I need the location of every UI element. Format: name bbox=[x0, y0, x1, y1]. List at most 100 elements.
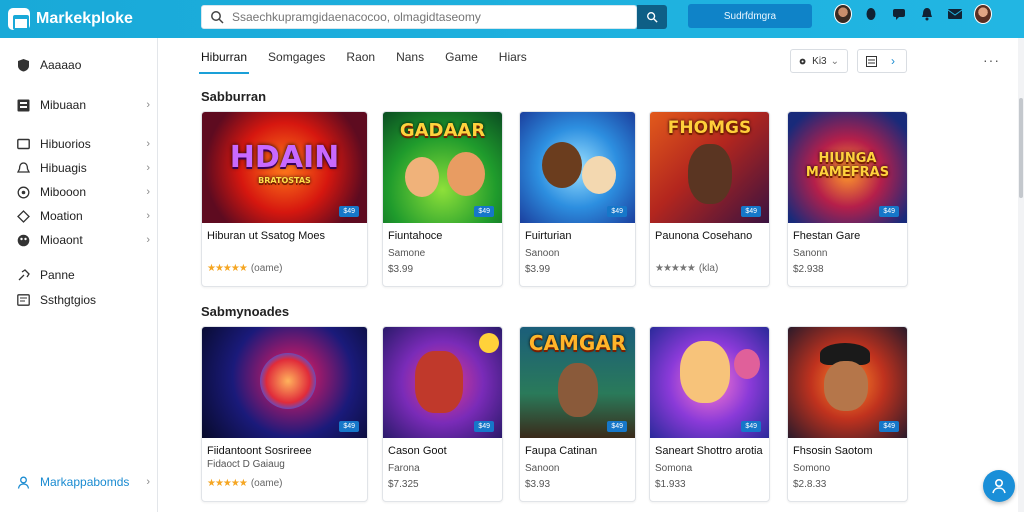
product-card[interactable]: $49 Fhsosin Saotom Somono $2.8.33 bbox=[787, 326, 908, 502]
tab-0[interactable]: Hiburran bbox=[198, 50, 250, 74]
product-card[interactable]: HIUNGA MAMEFRAS $49 Fhestan Gare Sanonn … bbox=[787, 111, 908, 287]
product-price: $2.8.33 bbox=[793, 479, 827, 490]
rating-count: (kla) bbox=[698, 263, 719, 274]
product-name: Fiuntahoce bbox=[388, 230, 443, 242]
character-figure bbox=[824, 361, 868, 411]
shop-icon bbox=[8, 8, 30, 30]
profile-avatar[interactable] bbox=[974, 4, 992, 24]
product-card[interactable]: $49 Fuirturian Sanoon $3.99 bbox=[519, 111, 636, 287]
character-figure bbox=[680, 341, 730, 403]
product-thumbnail[interactable]: $49 bbox=[520, 112, 635, 223]
search-input[interactable] bbox=[232, 10, 636, 24]
product-card[interactable]: FHOMGS $49 Paunona Cosehano ★★★★★ (kla) bbox=[649, 111, 770, 287]
character-figure bbox=[582, 156, 616, 194]
mail-icon[interactable] bbox=[946, 5, 964, 23]
product-name: Paunona Cosehano bbox=[655, 230, 753, 242]
sidebar-item-3[interactable]: Hibuagis › bbox=[0, 157, 158, 179]
user-avatar[interactable] bbox=[834, 4, 852, 24]
sidebar-item-6[interactable]: Mioaont › bbox=[0, 229, 158, 251]
product-thumbnail[interactable]: $49 bbox=[202, 327, 367, 438]
support-button[interactable] bbox=[983, 470, 1015, 502]
product-thumbnail[interactable]: HDAIN BRATOSTAS $49 bbox=[202, 112, 367, 223]
product-price: $3.99 bbox=[525, 264, 551, 275]
app-logo[interactable]: Markekploke bbox=[8, 8, 198, 30]
search-button[interactable] bbox=[637, 5, 667, 29]
chevron-right-icon: › bbox=[146, 476, 150, 488]
folder-icon bbox=[16, 137, 30, 151]
sidebar-item-1[interactable]: Mibuaan › bbox=[0, 94, 158, 116]
product-rating: ★★★★★ (oame) bbox=[207, 263, 283, 274]
scrollbar-thumb[interactable] bbox=[1019, 98, 1023, 198]
user-icon bbox=[992, 478, 1006, 494]
product-category: Fidaoct D Gaiaug bbox=[207, 459, 285, 470]
sidebar-item-4[interactable]: Mibooon › bbox=[0, 181, 158, 203]
avatar bbox=[834, 4, 852, 24]
price-badge: $49 bbox=[879, 206, 899, 217]
product-price: $3.93 bbox=[525, 479, 551, 490]
filter-button[interactable]: Ki3 ⌄ bbox=[790, 49, 848, 73]
product-category: Sanoon bbox=[525, 463, 560, 474]
avatar bbox=[974, 4, 992, 24]
product-thumbnail[interactable]: HIUNGA MAMEFRAS $49 bbox=[788, 112, 907, 223]
section-title-2: Sabmynoades bbox=[201, 304, 290, 319]
price-badge: $49 bbox=[339, 206, 359, 217]
chevron-down-icon: ⌄ bbox=[830, 55, 839, 67]
user-icon bbox=[16, 475, 30, 489]
product-category: Somona bbox=[655, 463, 693, 474]
chevron-right-icon: › bbox=[146, 138, 150, 150]
product-thumbnail[interactable]: FHOMGS $49 bbox=[650, 112, 769, 223]
product-price: $2.938 bbox=[793, 264, 824, 275]
rating-stars: ★★★★★ bbox=[207, 478, 248, 489]
product-rating: ★★★★★ (kla) bbox=[655, 263, 718, 274]
page-scrollbar[interactable] bbox=[1018, 38, 1024, 512]
list-view-icon bbox=[866, 55, 877, 67]
product-card[interactable]: HDAIN BRATOSTAS $49 Hiburan ut Ssatog Mo… bbox=[201, 111, 368, 287]
product-name: Hiburan ut Ssatog Moes bbox=[207, 230, 326, 242]
product-thumbnail[interactable]: $49 bbox=[650, 327, 769, 438]
sidebar-item-0[interactable]: Aaaaao bbox=[0, 54, 158, 76]
tab-3[interactable]: Nans bbox=[396, 50, 424, 72]
product-name: Fuirturian bbox=[525, 230, 572, 242]
price-badge: $49 bbox=[607, 421, 627, 432]
chat-icon[interactable] bbox=[890, 5, 908, 23]
sidebar-item-8[interactable]: Ssthgtgios bbox=[0, 289, 158, 311]
product-card[interactable]: $49 Saneart Shottro arotia Somona $1.933 bbox=[649, 326, 770, 502]
tag-icon bbox=[16, 209, 30, 223]
search-bar[interactable] bbox=[201, 5, 637, 29]
sidebar-item-5[interactable]: Moation › bbox=[0, 205, 158, 227]
tab-1[interactable]: Somgages bbox=[268, 50, 325, 72]
doc-icon bbox=[16, 293, 30, 307]
header-icons bbox=[834, 4, 992, 24]
shield-icon bbox=[16, 58, 30, 72]
more-options-icon[interactable]: ··· bbox=[983, 52, 1000, 68]
product-card[interactable]: GADAAR $49 Fiuntahoce Samone $3.99 bbox=[382, 111, 503, 287]
product-thumbnail[interactable]: GADAAR $49 bbox=[383, 112, 502, 223]
character-figure bbox=[688, 144, 732, 204]
product-name: Cason Goot bbox=[388, 445, 447, 457]
sidebar-item-2[interactable]: Hibuorios › bbox=[0, 133, 158, 155]
paint-icon[interactable] bbox=[862, 5, 880, 23]
product-card[interactable]: $49 Cason Goot Farona $7.325 bbox=[382, 326, 503, 502]
art-title: GADAAR bbox=[399, 120, 486, 141]
tab-5[interactable]: Hiars bbox=[499, 50, 527, 72]
sidebar-item-7[interactable]: Panne bbox=[0, 264, 158, 286]
layout-toggle-button[interactable]: › bbox=[857, 49, 907, 73]
product-card[interactable]: $49 Fiidantoont Sosrireee Fidaoct D Gaia… bbox=[201, 326, 368, 502]
headset-icon bbox=[16, 185, 30, 199]
tab-2[interactable]: Raon bbox=[346, 50, 375, 72]
primary-action-button[interactable]: Sudrfdmgra bbox=[688, 4, 812, 28]
tab-4[interactable]: Game bbox=[445, 50, 478, 72]
chevron-right-icon: › bbox=[146, 99, 150, 111]
coin-icon bbox=[479, 333, 499, 353]
bell-icon[interactable] bbox=[918, 5, 936, 23]
view-tools: Ki3 ⌄ › bbox=[790, 49, 907, 73]
product-thumbnail[interactable]: $49 bbox=[383, 327, 502, 438]
product-card[interactable]: CAMGAR $49 Faupa Catinan Sanoon $3.93 bbox=[519, 326, 636, 502]
sidebar-item-9[interactable]: Markappabomds › bbox=[0, 471, 158, 493]
search-icon bbox=[211, 11, 224, 24]
price-badge: $49 bbox=[474, 206, 494, 217]
product-name: Fhestan Gare bbox=[793, 230, 861, 242]
product-thumbnail[interactable]: $49 bbox=[788, 327, 907, 438]
rating-count: (oame) bbox=[250, 263, 283, 274]
product-thumbnail[interactable]: CAMGAR $49 bbox=[520, 327, 635, 438]
